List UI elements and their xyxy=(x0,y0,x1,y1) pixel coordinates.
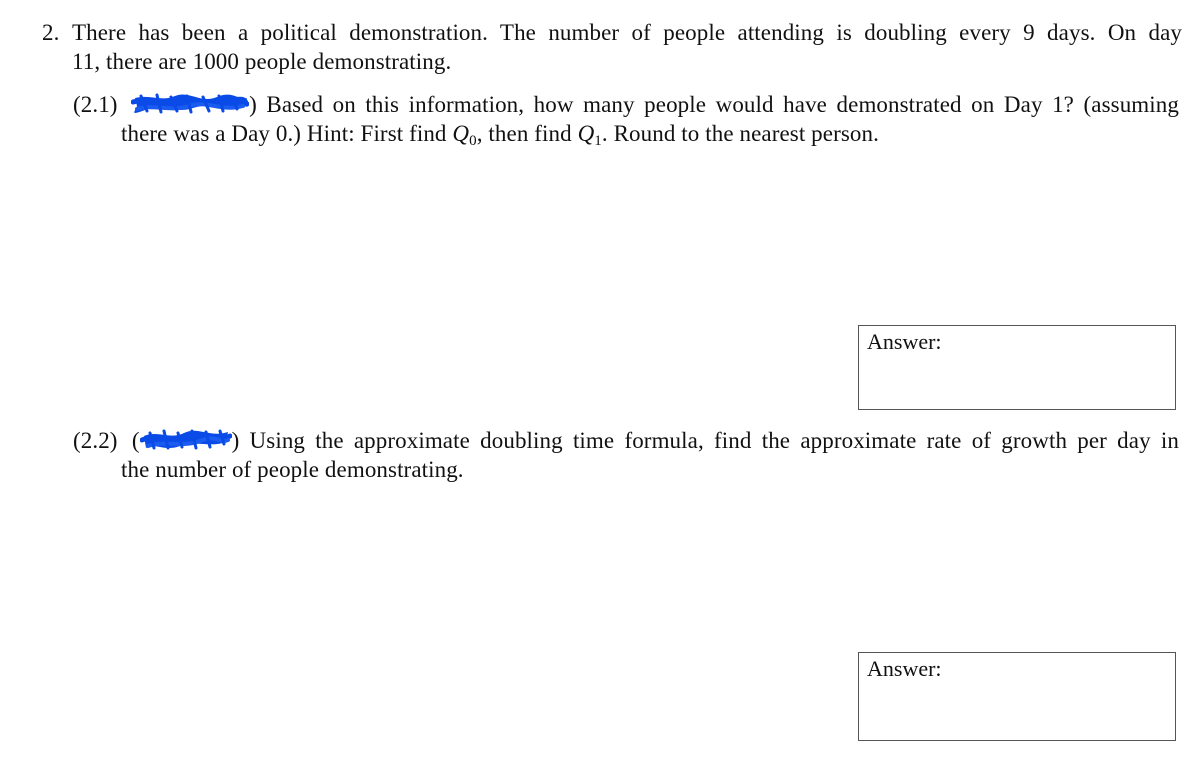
part-2-1-question-text: ) Based on this information, how many pe… xyxy=(249,92,1179,117)
part-2-1-line-2: there was a Day 0.) Hint: First find Q0,… xyxy=(73,119,1179,149)
problem-text-1: There has been a political demonstration… xyxy=(72,20,1182,45)
part-2-1-hint-b: , then find xyxy=(476,121,578,146)
answer-input-2-2[interactable] xyxy=(865,685,1169,734)
part-2-1-label: (2.1) xyxy=(73,92,118,117)
part-2-1: (2.1) ) Based on this information, how m… xyxy=(73,90,1179,149)
answer-box-2-2[interactable]: Answer: xyxy=(858,652,1176,741)
answer-label: Answer: xyxy=(867,656,942,681)
q0-symbol: Q0 xyxy=(452,121,477,149)
part-2-1-hint-c: . Round to the nearest person. xyxy=(601,121,879,146)
part-2-2-line-2: the number of people demonstrating. xyxy=(121,457,464,482)
answer-box-2-1[interactable]: Answer: xyxy=(858,325,1176,410)
part-2-1-line-1: (2.1) ) Based on this information, how m… xyxy=(73,90,1179,119)
open-paren: ( xyxy=(131,428,140,453)
problem-line-1: 2. There has been a political demonstrati… xyxy=(42,18,1182,47)
part-2-2-question-text: ) Using the approximate doubling time fo… xyxy=(231,428,1179,453)
problem-line-2: 11, there are 1000 people demonstrating. xyxy=(72,49,452,74)
answer-input-2-1[interactable] xyxy=(865,358,1169,403)
part-2-2: (2.2) ( ) Using the approximate doubling… xyxy=(73,426,1179,484)
answer-label: Answer: xyxy=(867,329,942,354)
part-2-2-line-1: (2.2) ( ) Using the approximate doubling… xyxy=(73,426,1179,455)
part-2-2-label: (2.2) xyxy=(73,428,118,453)
q1-symbol: Q1 xyxy=(577,121,602,149)
problem-2: 2. There has been a political demonstrati… xyxy=(42,18,1182,76)
redaction-scribble-icon xyxy=(139,428,232,452)
problem-number: 2. xyxy=(42,20,60,45)
part-2-1-hint-a: there was a Day 0.) Hint: First find xyxy=(121,121,453,146)
redaction-scribble-icon xyxy=(131,92,250,116)
